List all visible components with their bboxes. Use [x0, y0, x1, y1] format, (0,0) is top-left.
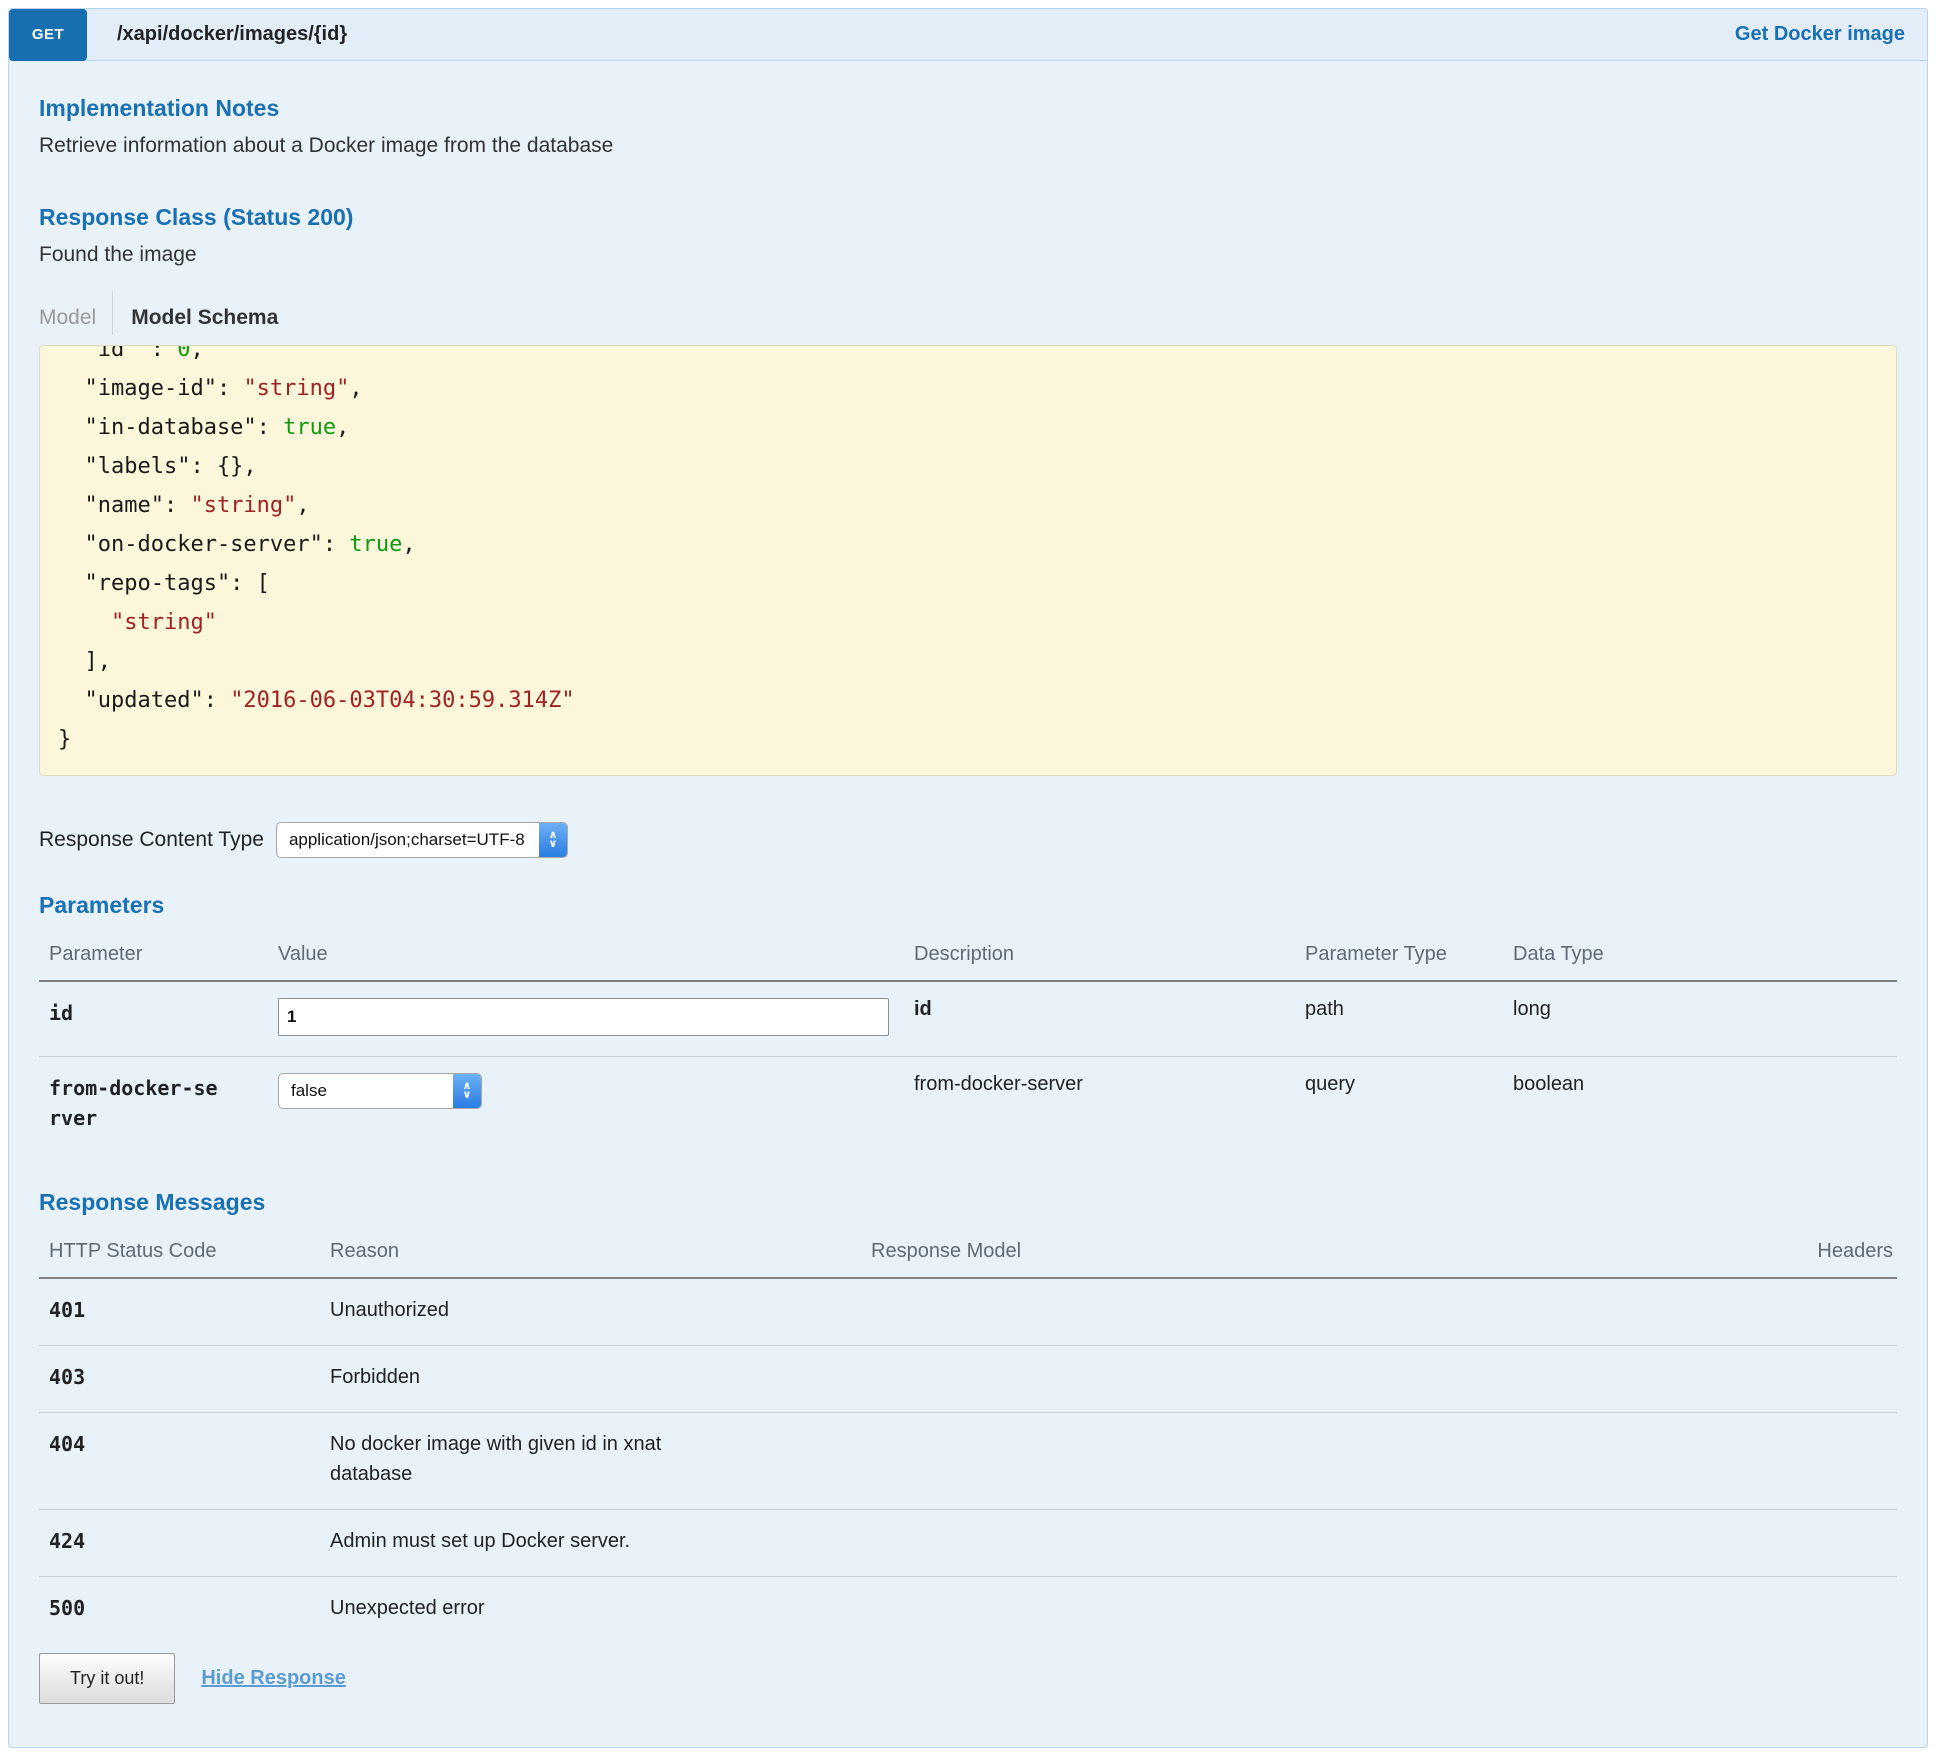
http-status-code: 401	[39, 1295, 219, 1325]
parameter-name: from-docker-server	[39, 1073, 219, 1133]
parameter-row: ididpathlong	[39, 982, 1897, 1056]
select-up-down-icon: ∧∨	[453, 1074, 481, 1108]
parameter-type: path	[1295, 998, 1503, 1036]
response-content-type-row: Response Content Type application/json;c…	[39, 822, 1897, 858]
headers-cell	[1767, 1593, 1897, 1623]
headers-cell	[1767, 1429, 1897, 1489]
parameter-value-cell: false∧∨	[268, 1073, 904, 1133]
response-class-subtitle: Found the image	[39, 243, 1897, 267]
response-model-cell	[861, 1295, 1767, 1325]
col-http-status-code: HTTP Status Code	[39, 1240, 320, 1263]
from-docker-server-select[interactable]: false∧∨	[278, 1073, 482, 1109]
parameter-data-type: long	[1503, 998, 1897, 1036]
schema-code: "id" : 0, "image-id": "string", "in-data…	[58, 345, 1880, 759]
get-method-button[interactable]: GET	[9, 9, 87, 61]
schema-code-line: "image-id": "string",	[58, 369, 1880, 408]
hide-response-link[interactable]: Hide Response	[201, 1667, 345, 1690]
parameter-type: query	[1295, 1073, 1503, 1133]
response-content-type-value: application/json;charset=UTF-8	[277, 823, 539, 857]
id-value-input[interactable]	[278, 998, 889, 1036]
parameters-table-header: Parameter Value Description Parameter Ty…	[39, 933, 1897, 982]
http-status-code: 403	[39, 1362, 219, 1392]
http-status-code: 404	[39, 1429, 219, 1489]
col-headers: Headers	[1767, 1240, 1897, 1263]
reason-text: Admin must set up Docker server.	[320, 1526, 740, 1556]
response-content-type-label: Response Content Type	[39, 828, 264, 852]
schema-code-line: "id" : 0,	[58, 345, 1880, 369]
parameter-name: id	[39, 998, 219, 1036]
operation-footer: Try it out! Hide Response	[39, 1653, 1897, 1704]
response-content-type-select[interactable]: application/json;charset=UTF-8 ∧∨	[276, 822, 568, 858]
parameter-description: from-docker-server	[904, 1073, 1295, 1133]
response-messages-table-header: HTTP Status Code Reason Response Model H…	[39, 1230, 1897, 1279]
col-description: Description	[904, 943, 1295, 966]
endpoint-path[interactable]: /xapi/docker/images/{id}	[117, 23, 1735, 46]
reason-text: Unauthorized	[320, 1295, 740, 1325]
col-reason: Reason	[320, 1240, 861, 1263]
schema-code-line: "name": "string",	[58, 486, 1880, 525]
http-status-code: 500	[39, 1593, 219, 1623]
parameters-table: Parameter Value Description Parameter Ty…	[39, 933, 1897, 1153]
schema-code-line: "in-database": true,	[58, 408, 1880, 447]
response-model-cell	[861, 1526, 1767, 1556]
response-messages-heading: Response Messages	[39, 1189, 1897, 1216]
schema-code-line: "on-docker-server": true,	[58, 525, 1880, 564]
parameter-row: from-docker-server false∧∨ from-docker-ser…	[39, 1056, 1897, 1153]
schema-code-line: "updated": "2016-06-03T04:30:59.314Z"	[58, 681, 1880, 720]
operation-summary-link[interactable]: Get Docker image	[1735, 23, 1905, 46]
schema-code-line: "repo-tags": [	[58, 564, 1880, 603]
response-messages-table: HTTP Status Code Reason Response Model H…	[39, 1230, 1897, 1643]
col-value: Value	[268, 943, 904, 966]
schema-code-line: "labels": {},	[58, 447, 1880, 486]
response-message-row: 424 Admin must set up Docker server.	[39, 1509, 1897, 1576]
swagger-operation-panel: GET /xapi/docker/images/{id} Get Docker …	[8, 8, 1928, 1748]
response-model-cell	[861, 1593, 1767, 1623]
response-class-heading: Response Class (Status 200)	[39, 204, 1897, 231]
tab-model-schema[interactable]: Model Schema	[131, 306, 278, 330]
col-parameter: Parameter	[39, 943, 268, 966]
response-model-cell	[861, 1362, 1767, 1392]
from-docker-server-select-value: false	[279, 1074, 453, 1108]
model-schema-snippet[interactable]: "id" : 0, "image-id": "string", "in-data…	[39, 345, 1897, 776]
response-message-row: 403 Forbidden	[39, 1345, 1897, 1412]
tab-divider	[112, 291, 113, 335]
parameter-data-type: boolean	[1503, 1073, 1897, 1133]
reason-text: Forbidden	[320, 1362, 740, 1392]
response-message-row: 500 Unexpected error	[39, 1576, 1897, 1643]
response-message-row: 401 Unauthorized	[39, 1279, 1897, 1345]
col-response-model: Response Model	[861, 1240, 1767, 1263]
implementation-notes-text: Retrieve information about a Docker imag…	[39, 134, 1897, 158]
operation-content: Implementation Notes Retrieve informatio…	[9, 61, 1927, 1722]
operation-header[interactable]: GET /xapi/docker/images/{id} Get Docker …	[9, 9, 1927, 61]
reason-text: Unexpected error	[320, 1593, 740, 1623]
response-message-row: 404 No docker image with given id in xnat…	[39, 1412, 1897, 1509]
parameters-heading: Parameters	[39, 892, 1897, 919]
col-data-type: Data Type	[1503, 943, 1897, 966]
response-model-cell	[861, 1429, 1767, 1489]
model-tabs: Model Model Schema	[39, 301, 1897, 335]
schema-code-line: "string"	[58, 603, 1880, 642]
parameter-value-cell	[268, 998, 904, 1036]
headers-cell	[1767, 1526, 1897, 1556]
try-it-out-button[interactable]: Try it out!	[39, 1653, 175, 1704]
http-status-code: 424	[39, 1526, 219, 1556]
select-up-down-icon: ∧∨	[539, 823, 567, 857]
headers-cell	[1767, 1295, 1897, 1325]
schema-code-line: ],	[58, 642, 1880, 681]
implementation-notes-heading: Implementation Notes	[39, 95, 1897, 122]
tab-model[interactable]: Model	[39, 306, 96, 330]
reason-text: No docker image with given id in xnat da…	[320, 1429, 740, 1489]
schema-code-line: }	[58, 720, 1880, 759]
parameter-description: id	[904, 998, 1295, 1036]
col-parameter-type: Parameter Type	[1295, 943, 1503, 966]
headers-cell	[1767, 1362, 1897, 1392]
